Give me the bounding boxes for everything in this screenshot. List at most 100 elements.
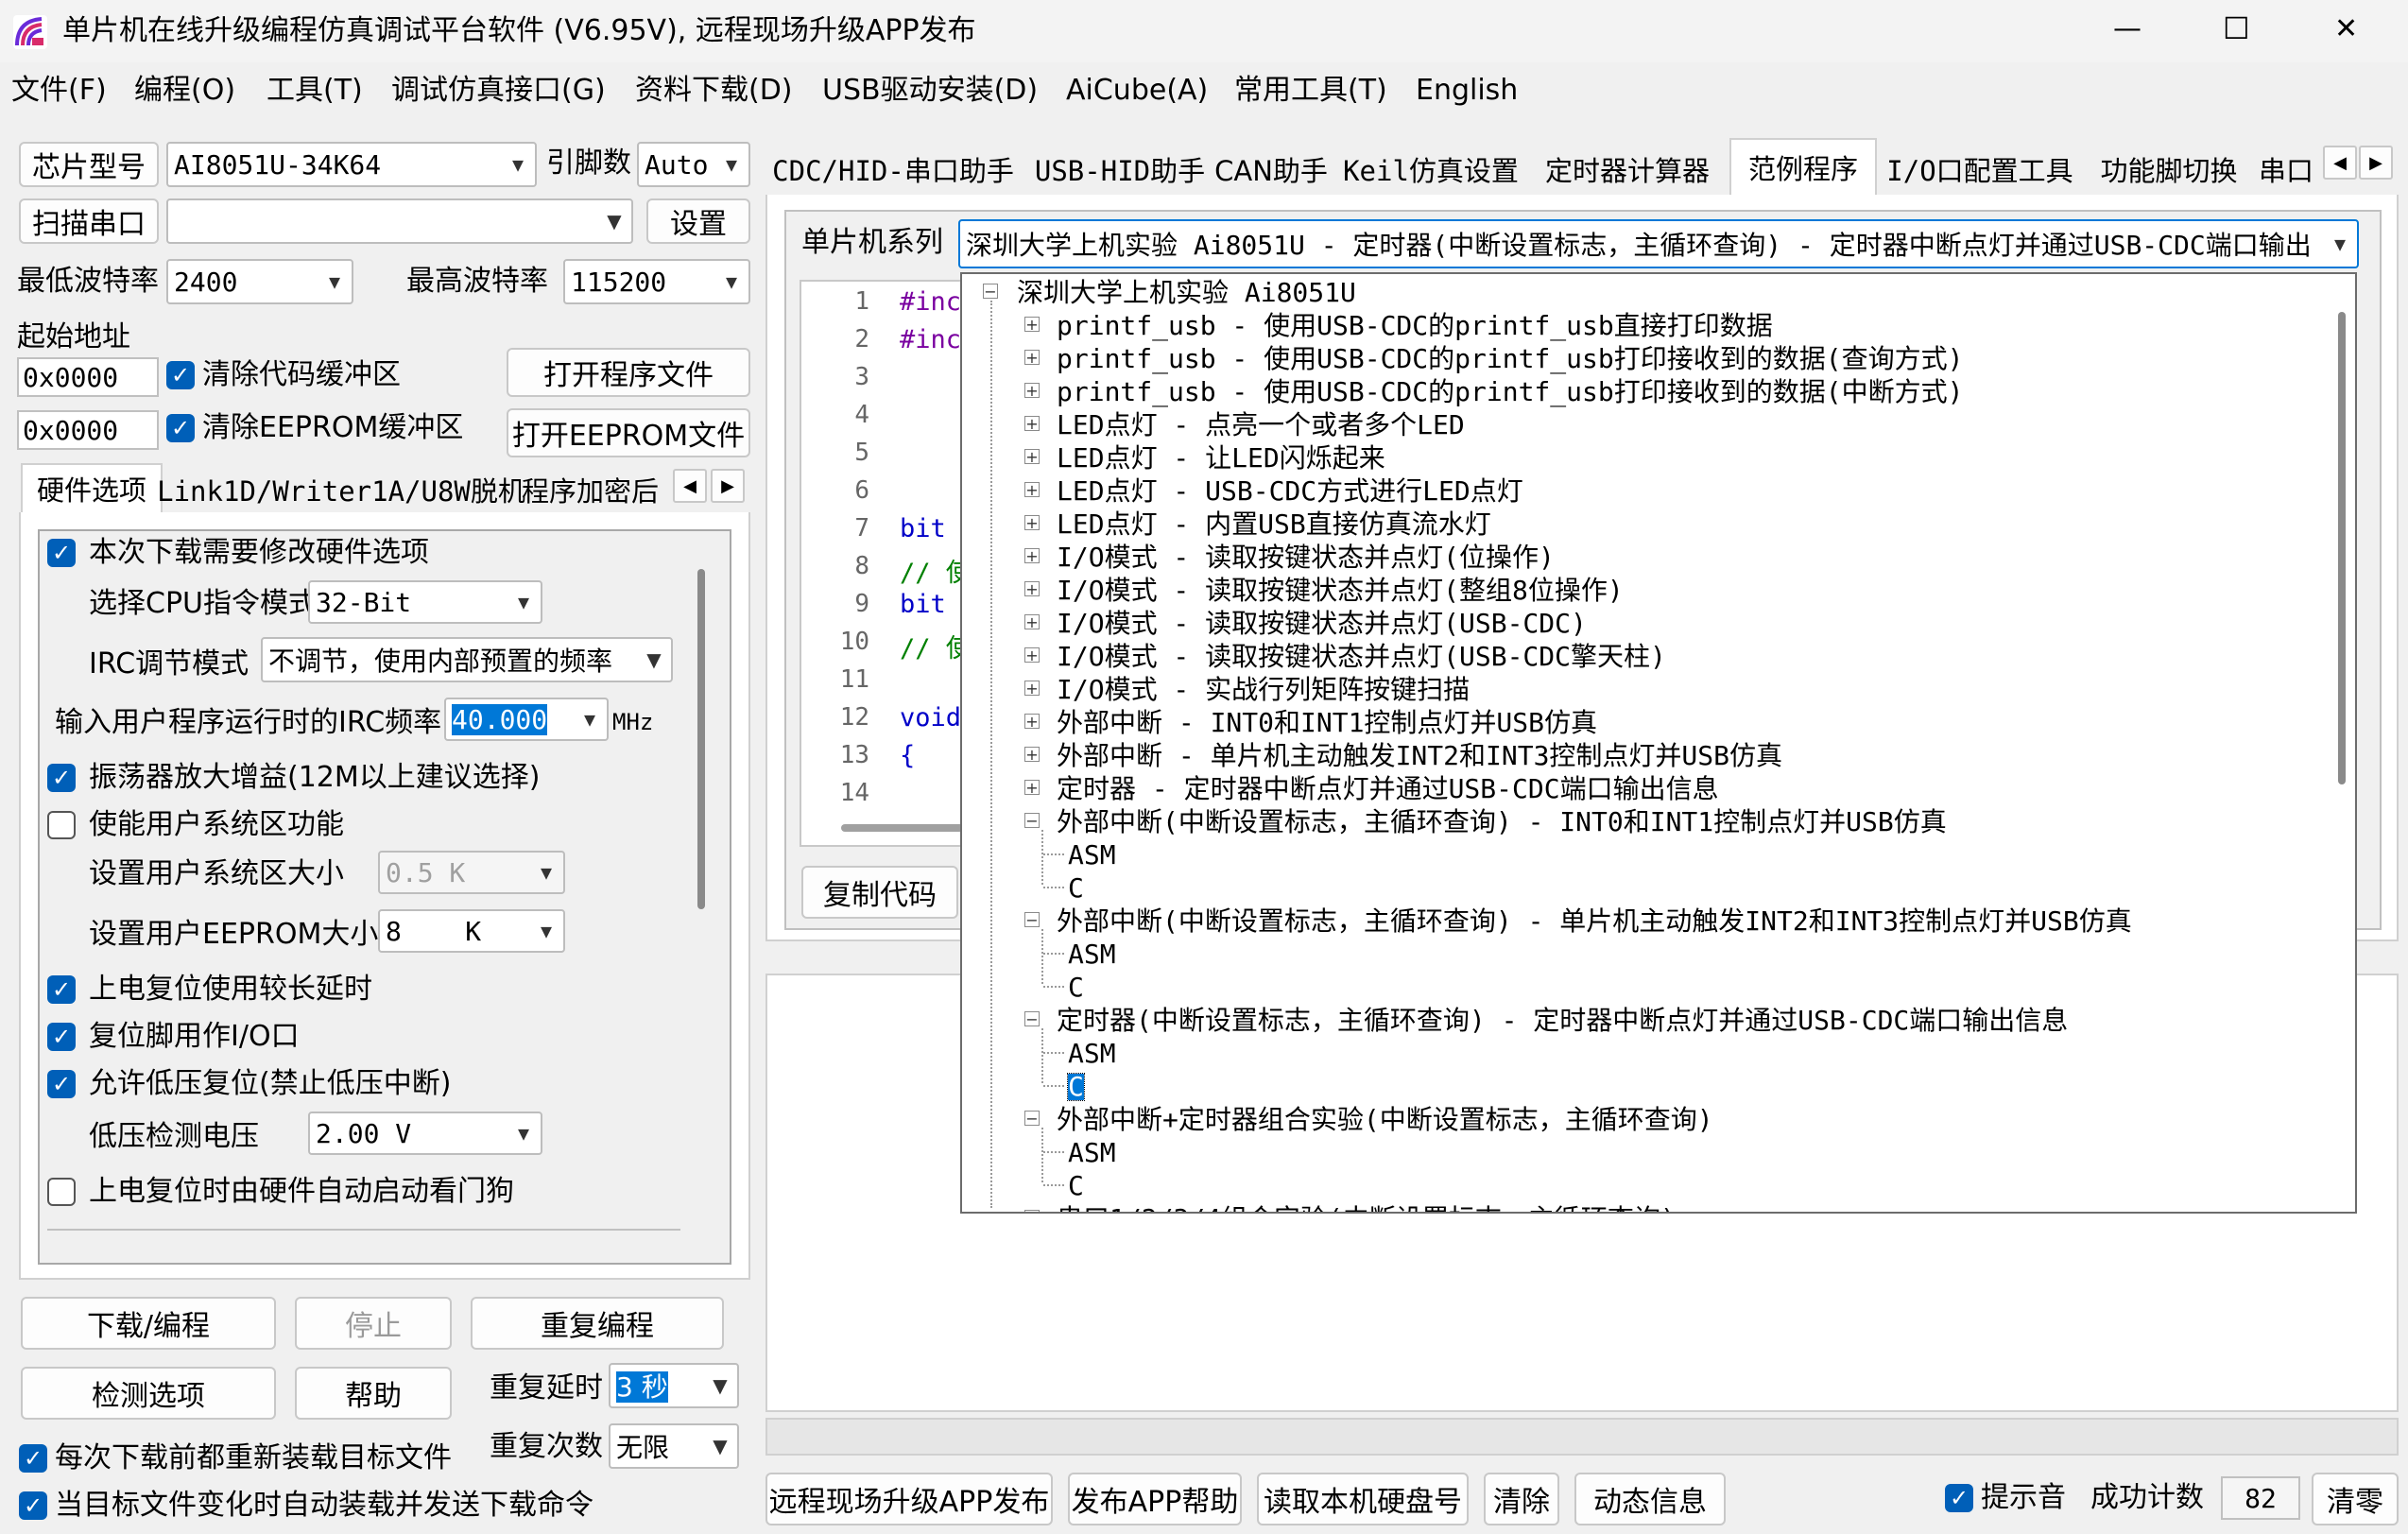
tab-encryption[interactable]: 程序加密后 — [522, 469, 673, 510]
reload-before-download-checkbox[interactable]: ✓ — [19, 1444, 47, 1473]
tree-node-group[interactable]: 外部中断(中断设置标志，主循环查询) - INT0和INT1控制点灯并USB仿真 — [1057, 809, 1947, 836]
tab-can[interactable]: CAN助手 — [1213, 146, 1329, 193]
tab-offline-writer[interactable]: Link1D/Writer1A/U8W脱机 — [157, 469, 525, 510]
oscillator-gain-checkbox[interactable]: ✓ — [47, 764, 76, 792]
tree-collapse-toggle[interactable]: − — [1024, 1111, 1040, 1127]
chip-model-button[interactable]: 芯片型号 — [19, 142, 159, 187]
tree-node-item[interactable]: printf_usb - 使用USB-CDC的printf_usb打印接收到的数… — [1057, 379, 1963, 405]
tree-expand-toggle[interactable]: + — [1024, 449, 1040, 465]
tab-io-config[interactable]: I/O口配置工具 — [1881, 146, 2079, 193]
reset-pin-io-checkbox[interactable]: ✓ — [47, 1023, 76, 1051]
tree-collapse-toggle[interactable]: − — [1024, 912, 1040, 928]
cpu-mode-select[interactable]: 32-Bit ▼ — [308, 580, 542, 624]
tab-scroll-left-icon[interactable]: ◀ — [673, 469, 707, 503]
low-voltage-reset-checkbox[interactable]: ✓ — [47, 1070, 76, 1098]
long-reset-delay-checkbox[interactable]: ✓ — [47, 975, 76, 1004]
tree-node-leaf[interactable]: C — [1068, 875, 1084, 902]
tree-node-item[interactable]: LED点灯 - 点亮一个或者多个LED — [1057, 412, 1465, 439]
menu-downloads[interactable]: 资料下载(D) — [635, 77, 793, 105]
tree-node-group[interactable]: 外部中断(中断设置标志，主循环查询) - 单片机主动触发INT2和INT3控制点… — [1057, 908, 2132, 935]
series-select[interactable]: 深圳大学上机实验 Ai8051U - 定时器(中断设置标志，主循环查询) - 定… — [958, 219, 2359, 268]
tab-hardware-options[interactable]: 硬件选项 — [21, 463, 163, 512]
tree-expand-toggle[interactable]: + — [1024, 647, 1040, 664]
right-tab-scroll-right-icon[interactable]: ▶ — [2359, 146, 2393, 180]
tree-node-leaf[interactable]: C — [1068, 974, 1084, 1001]
maximize-button[interactable]: ☐ — [2223, 13, 2250, 43]
tree-node-item[interactable]: 外部中断 - INT0和INT1控制点灯并USB仿真 — [1057, 710, 1597, 736]
tree-collapse-toggle[interactable]: − — [1024, 1011, 1040, 1027]
tab-cdc-hid-serial[interactable]: CDC/HID-串口助手 — [769, 146, 1017, 193]
tab-scroll-right-icon[interactable]: ▶ — [711, 469, 745, 503]
menu-debug[interactable]: 调试仿真接口(G) — [391, 77, 606, 105]
publish-help-button[interactable]: 发布APP帮助 — [1068, 1473, 1242, 1525]
remote-publish-button[interactable]: 远程现场升级APP发布 — [765, 1473, 1053, 1525]
settings-button[interactable]: 设置 — [646, 198, 750, 244]
tree-node-item[interactable]: LED点灯 - 让LED闪烁起来 — [1057, 445, 1385, 472]
menu-common-tools[interactable]: 常用工具(T) — [1234, 77, 1387, 105]
tree-expand-toggle[interactable]: + — [1024, 681, 1040, 697]
user-eeprom-size-select[interactable]: 8 K ▼ — [378, 909, 565, 953]
copy-code-button[interactable]: 复制代码 — [801, 866, 958, 919]
tree-collapse-toggle[interactable]: − — [1024, 813, 1040, 829]
tree-node-item[interactable]: I/O模式 - 读取按键状态并点灯(位操作) — [1057, 544, 1555, 571]
tree-node-leaf[interactable]: ASM — [1068, 941, 1116, 968]
example-tree-dropdown[interactable]: − 深圳大学上机实验 Ai8051U + printf_usb - 使用USB-CDC… — [960, 272, 2357, 1214]
tree-expand-toggle[interactable]: + — [1024, 416, 1040, 432]
tree-expand-toggle[interactable]: + — [1024, 383, 1040, 399]
menu-tools[interactable]: 工具(T) — [267, 77, 363, 105]
menu-program[interactable]: 编程(O) — [134, 77, 235, 105]
tree-expand-toggle[interactable]: + — [1024, 1210, 1040, 1212]
tree-expand-toggle[interactable]: + — [1024, 317, 1040, 333]
tree-expand-toggle[interactable]: + — [1024, 548, 1040, 564]
tree-node-root[interactable]: 深圳大学上机实验 Ai8051U — [1017, 280, 1356, 306]
tree-node-item[interactable]: printf_usb - 使用USB-CDC的printf_usb打印接收到的数… — [1057, 346, 1963, 372]
min-baud-select[interactable]: 2400 ▼ — [166, 259, 353, 304]
tree-node-leaf[interactable]: ASM — [1068, 1140, 1116, 1166]
right-tab-scroll-left-icon[interactable]: ◀ — [2323, 146, 2357, 180]
sound-checkbox[interactable]: ✓ — [1945, 1484, 1973, 1512]
tree-expand-toggle[interactable]: + — [1024, 350, 1040, 366]
tab-timer-calc[interactable]: 定时器计算器 — [1535, 146, 1720, 193]
read-disk-id-button[interactable]: 读取本机硬盘号 — [1257, 1473, 1469, 1525]
tree-scrollbar[interactable] — [2338, 312, 2346, 784]
repeat-count-select[interactable]: 无限 ▼ — [609, 1423, 739, 1469]
open-eeprom-file-button[interactable]: 打开EEPROM文件 — [507, 408, 750, 457]
eeprom-start-address-input[interactable]: 0x0000 — [17, 410, 159, 450]
tree-node-item[interactable]: LED点灯 - 内置USB直接仿真流水灯 — [1057, 511, 1491, 538]
irc-frequency-select[interactable]: 40.000 ▼ — [444, 698, 609, 741]
tree-expand-toggle[interactable]: + — [1024, 714, 1040, 730]
menu-aicube[interactable]: AiCube(A) — [1066, 77, 1208, 105]
tree-collapse-toggle[interactable]: − — [983, 284, 998, 300]
repeat-program-button[interactable]: 重复编程 — [471, 1297, 724, 1350]
dynamic-info-button[interactable]: 动态信息 — [1574, 1473, 1726, 1525]
max-baud-select[interactable]: 115200 ▼ — [563, 259, 750, 304]
clear-code-buffer-checkbox[interactable]: ✓ — [166, 361, 195, 389]
download-program-button[interactable]: 下载/编程 — [21, 1297, 276, 1350]
open-program-file-button[interactable]: 打开程序文件 — [507, 348, 750, 397]
stop-button[interactable]: 停止 — [295, 1297, 452, 1350]
tree-node-item[interactable]: 定时器 - 定时器中断点灯并通过USB-CDC端口输出信息 — [1057, 776, 1719, 802]
hardware-options-scrollbar[interactable] — [697, 569, 705, 909]
low-voltage-detect-select[interactable]: 2.00 V ▼ — [308, 1112, 542, 1155]
tree-node-item[interactable]: printf_usb - 使用USB-CDC的printf_usb直接打印数据 — [1057, 313, 1773, 339]
tree-expand-toggle[interactable]: + — [1024, 515, 1040, 531]
chip-model-select[interactable]: AI8051U-34K64 ▼ — [166, 142, 537, 187]
check-options-button[interactable]: 检测选项 — [21, 1367, 276, 1420]
tab-example-programs[interactable]: 范例程序 — [1729, 138, 1877, 195]
close-button[interactable]: ✕ — [2334, 15, 2358, 43]
tree-expand-toggle[interactable]: + — [1024, 780, 1040, 796]
clear-eeprom-buffer-checkbox[interactable]: ✓ — [166, 414, 195, 442]
menu-english[interactable]: English — [1416, 77, 1518, 105]
tab-usb-hid[interactable]: USB-HID助手 — [1030, 146, 1210, 193]
tree-expand-toggle[interactable]: + — [1024, 747, 1040, 763]
tree-node-item[interactable]: I/O模式 - 读取按键状态并点灯(整组8位操作) — [1057, 577, 1624, 604]
tree-node-item[interactable]: LED点灯 - USB-CDC方式进行LED点灯 — [1057, 478, 1523, 505]
pin-count-select[interactable]: Auto ▼ — [637, 142, 750, 187]
scan-port-button[interactable]: 扫描串口 — [19, 198, 159, 244]
auto-reload-checkbox[interactable]: ✓ — [19, 1491, 47, 1520]
port-select[interactable]: ▼ — [166, 198, 633, 244]
tree-node-leaf[interactable]: C — [1067, 1073, 1085, 1101]
tree-node-leaf[interactable]: ASM — [1068, 842, 1116, 869]
repeat-delay-select[interactable]: 3 秒 ▼ — [609, 1363, 739, 1408]
tree-node-leaf[interactable]: C — [1068, 1173, 1084, 1199]
